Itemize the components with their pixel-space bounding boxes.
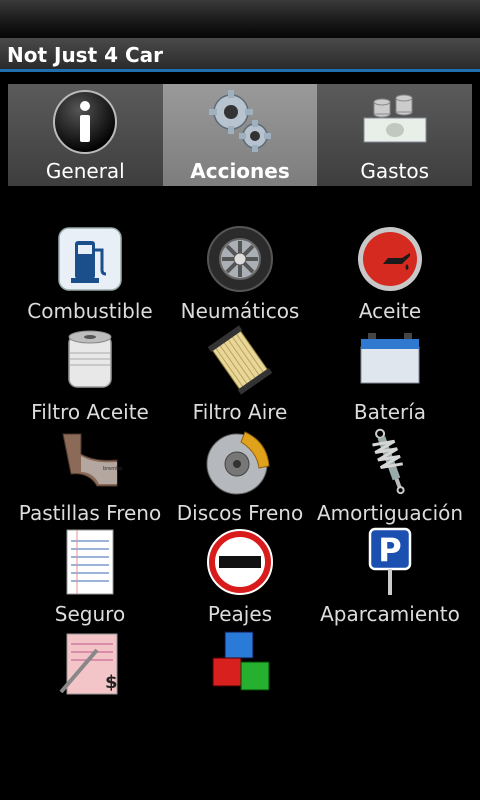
- actions-grid: Combustible Neumáticos Aceite Filtro Ace…: [15, 222, 465, 708]
- colored-cubes-icon: [212, 631, 270, 691]
- action-label: Filtro Aire: [192, 400, 288, 424]
- action-filtro-aceite[interactable]: Filtro Aceite: [15, 323, 165, 424]
- action-seguro[interactable]: Seguro: [15, 525, 165, 626]
- action-label: Batería: [353, 400, 427, 424]
- oil-filter-icon: [68, 330, 112, 388]
- tire-icon: [207, 226, 273, 292]
- battery-icon: [360, 333, 420, 384]
- parking-sign-icon: P: [368, 527, 412, 595]
- action-label: Amortiguación: [316, 501, 464, 525]
- action-label: Neumáticos: [180, 299, 300, 323]
- action-peajes[interactable]: Peajes: [165, 525, 315, 626]
- action-bateria[interactable]: Batería: [315, 323, 465, 424]
- no-entry-sign-icon: [207, 529, 273, 595]
- action-combustible[interactable]: Combustible: [15, 222, 165, 323]
- brake-pads-icon: brembo: [62, 433, 122, 487]
- action-label: Pastillas Freno: [18, 501, 162, 525]
- action-label: Aceite: [358, 299, 422, 323]
- oil-warning-icon: [358, 227, 422, 291]
- action-aceite[interactable]: Aceite: [315, 222, 465, 323]
- invoice-pen-icon: $: [59, 633, 118, 695]
- action-label: Discos Freno: [176, 501, 304, 525]
- tab-bar: General Acciones Gastos: [8, 84, 473, 186]
- app-title: Not Just 4 Car: [7, 43, 164, 67]
- action-label: Peajes: [207, 602, 273, 626]
- svg-text:brembo: brembo: [103, 466, 122, 472]
- tab-general-label: General: [45, 159, 125, 183]
- action-aparcamiento[interactable]: P Aparcamiento: [315, 525, 465, 626]
- action-filtro-aire[interactable]: Filtro Aire: [165, 323, 315, 424]
- action-discos-freno[interactable]: Discos Freno: [165, 424, 315, 525]
- tab-acciones[interactable]: Acciones: [162, 84, 318, 186]
- action-label: Combustible: [27, 299, 153, 323]
- tab-gastos-label: Gastos: [360, 159, 430, 183]
- tab-acciones-label: Acciones: [190, 159, 290, 183]
- title-bar: Not Just 4 Car: [0, 38, 480, 72]
- money-icon: [363, 94, 427, 143]
- action-label: Seguro: [54, 602, 126, 626]
- action-pastillas-freno[interactable]: brembo Pastillas Freno: [15, 424, 165, 525]
- svg-text:$: $: [105, 672, 118, 693]
- info-icon: [53, 90, 118, 154]
- action-otros[interactable]: [165, 626, 315, 708]
- air-filter-icon: [207, 325, 273, 395]
- svg-text:P: P: [378, 531, 401, 569]
- brake-disc-icon: [206, 431, 270, 495]
- fuel-pump-icon: [58, 227, 122, 291]
- action-gastos-varios[interactable]: $: [15, 626, 165, 708]
- shock-absorber-icon: [372, 428, 405, 495]
- action-label: Filtro Aceite: [31, 400, 149, 424]
- tab-general[interactable]: General: [8, 84, 163, 186]
- tab-gastos[interactable]: Gastos: [317, 84, 473, 186]
- action-label: Aparcamiento: [320, 602, 460, 626]
- status-bar: [0, 0, 480, 38]
- insurance-document-icon: [66, 529, 114, 595]
- action-amortiguacion[interactable]: Amortiguación: [315, 424, 465, 525]
- gears-icon: [209, 90, 271, 152]
- action-neumaticos[interactable]: Neumáticos: [165, 222, 315, 323]
